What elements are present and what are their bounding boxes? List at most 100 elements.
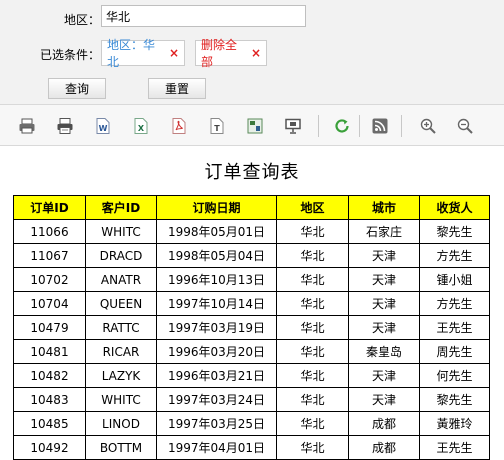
order-id-cell: 10482: [13, 363, 86, 388]
consignee-cell: 锺小姐: [419, 267, 490, 292]
city-cell: 石家庄: [348, 219, 420, 244]
order-id-cell: 11067: [13, 243, 86, 268]
city-cell: 秦皇岛: [348, 339, 420, 364]
table-row: 10485 LINOD 1997年03月25日 华北 成都 黃雅玲: [13, 411, 490, 436]
table-row: 10482 LAZYK 1996年03月21日 华北 天津 何先生: [13, 363, 490, 388]
customer-id-cell: LAZYK: [85, 363, 157, 388]
toolbar-separator: [359, 115, 360, 137]
order-id-cell: 10702: [13, 267, 86, 292]
toolbar-separator: [318, 115, 319, 137]
print-icon[interactable]: [18, 117, 36, 135]
consignee-cell: 方先生: [419, 291, 490, 316]
region-cell: 华北: [276, 315, 349, 340]
table-row: 10702 ANATR 1996年10月13日 华北 天津 锺小姐: [13, 267, 490, 292]
clear-all-icon[interactable]: ×: [251, 46, 261, 60]
region-cell: 华北: [276, 219, 349, 244]
condition-chip-region: 地区：华北 ×: [101, 38, 185, 69]
order-id-cell: 11066: [13, 219, 86, 244]
print-preview-icon[interactable]: [56, 117, 74, 135]
export-image-icon[interactable]: [246, 117, 264, 135]
order-id-cell: 10479: [13, 315, 86, 340]
order-date-cell: 1997年03月24日: [156, 387, 277, 412]
order-date-cell: 1997年03月25日: [156, 411, 277, 436]
city-cell: 天津: [348, 363, 420, 388]
customer-id-cell: DRACD: [85, 243, 157, 268]
orders-table: 订单ID 客户ID 订购日期 地区 城市 收货人 11066 WHITC 199…: [13, 195, 490, 460]
column-header: 城市: [348, 195, 420, 220]
export-pdf-icon[interactable]: [170, 117, 188, 135]
order-id-cell: 10485: [13, 411, 86, 436]
selected-conditions-label: 已选条件：: [40, 48, 101, 62]
customer-id-cell: BOTTM: [85, 435, 157, 460]
order-date-cell: 1996年03月20日: [156, 339, 277, 364]
table-row: 10479 RATTC 1997年03月19日 华北 天津 王先生: [13, 315, 490, 340]
export-word-icon[interactable]: W: [94, 117, 112, 135]
table-row: 10704 QUEEN 1997年10月14日 华北 天津 方先生: [13, 291, 490, 316]
consignee-cell: 黎先生: [419, 387, 490, 412]
region-cell: 华北: [276, 291, 349, 316]
customer-id-cell: QUEEN: [85, 291, 157, 316]
order-id-cell: 10704: [13, 291, 86, 316]
table-row: 11067 DRACD 1998年05月04日 华北 天津 方先生: [13, 243, 490, 268]
region-cell: 华北: [276, 387, 349, 412]
clear-all-chip[interactable]: 删除全部 ×: [195, 38, 267, 69]
region-cell: 华北: [276, 411, 349, 436]
city-cell: 天津: [348, 243, 420, 268]
customer-id-cell: RATTC: [85, 315, 157, 340]
report-toolbar: W X T: [0, 104, 504, 146]
report-title: 订单查询表: [204, 162, 300, 183]
order-id-cell: 10483: [13, 387, 86, 412]
query-button[interactable]: 查询: [48, 78, 106, 99]
consignee-cell: 周先生: [419, 339, 490, 364]
remove-condition-icon[interactable]: ×: [169, 46, 179, 60]
city-cell: 成都: [348, 435, 420, 460]
table-row: 11066 WHITC 1998年05月01日 华北 石家庄 黎先生: [13, 219, 490, 244]
region-cell: 华北: [276, 339, 349, 364]
region-label: 地区：: [64, 13, 101, 27]
order-date-cell: 1996年10月13日: [156, 267, 277, 292]
column-header: 订单ID: [13, 195, 86, 220]
column-header: 订购日期: [156, 195, 277, 220]
table-row: 10481 RICAR 1996年03月20日 华北 秦皇岛 周先生: [13, 339, 490, 364]
condition-chip-region-label: 地区：华北: [107, 38, 156, 69]
column-header: 收货人: [419, 195, 490, 220]
presentation-icon[interactable]: [284, 117, 302, 135]
table-row: 10492 BOTTM 1997年04月01日 华北 成都 王先生: [13, 435, 490, 460]
city-cell: 天津: [348, 291, 420, 316]
zoom-in-icon[interactable]: [419, 117, 437, 135]
region-cell: 华北: [276, 243, 349, 268]
table-row: 10483 WHITC 1997年03月24日 华北 天津 黎先生: [13, 387, 490, 412]
consignee-cell: 王先生: [419, 315, 490, 340]
column-header: 客户ID: [85, 195, 157, 220]
refresh-icon[interactable]: [333, 117, 351, 135]
customer-id-cell: WHITC: [85, 219, 157, 244]
table-header-row: 订单ID 客户ID 订购日期 地区 城市 收货人: [13, 195, 490, 220]
customer-id-cell: ANATR: [85, 267, 157, 292]
filter-panel: 地区： 已选条件： 地区：华北 × 删除全部 × 查询 重置: [0, 0, 504, 104]
city-cell: 天津: [348, 267, 420, 292]
reset-button[interactable]: 重置: [148, 78, 206, 99]
consignee-cell: 黃雅玲: [419, 411, 490, 436]
column-header: 地区: [276, 195, 349, 220]
svg-text:X: X: [138, 124, 145, 133]
rss-icon[interactable]: [371, 117, 389, 135]
order-id-cell: 10492: [13, 435, 86, 460]
city-cell: 天津: [348, 315, 420, 340]
city-cell: 天津: [348, 387, 420, 412]
consignee-cell: 方先生: [419, 243, 490, 268]
consignee-cell: 何先生: [419, 363, 490, 388]
export-excel-icon[interactable]: X: [132, 117, 150, 135]
zoom-out-icon[interactable]: [456, 117, 474, 135]
export-text-icon[interactable]: T: [208, 117, 226, 135]
order-date-cell: 1997年04月01日: [156, 435, 277, 460]
svg-text:W: W: [99, 124, 108, 133]
consignee-cell: 黎先生: [419, 219, 490, 244]
region-cell: 华北: [276, 435, 349, 460]
order-id-cell: 10481: [13, 339, 86, 364]
customer-id-cell: RICAR: [85, 339, 157, 364]
svg-text:T: T: [214, 124, 220, 133]
order-date-cell: 1998年05月01日: [156, 219, 277, 244]
city-cell: 成都: [348, 411, 420, 436]
region-input[interactable]: [101, 5, 306, 27]
clear-all-label[interactable]: 删除全部: [201, 36, 247, 70]
